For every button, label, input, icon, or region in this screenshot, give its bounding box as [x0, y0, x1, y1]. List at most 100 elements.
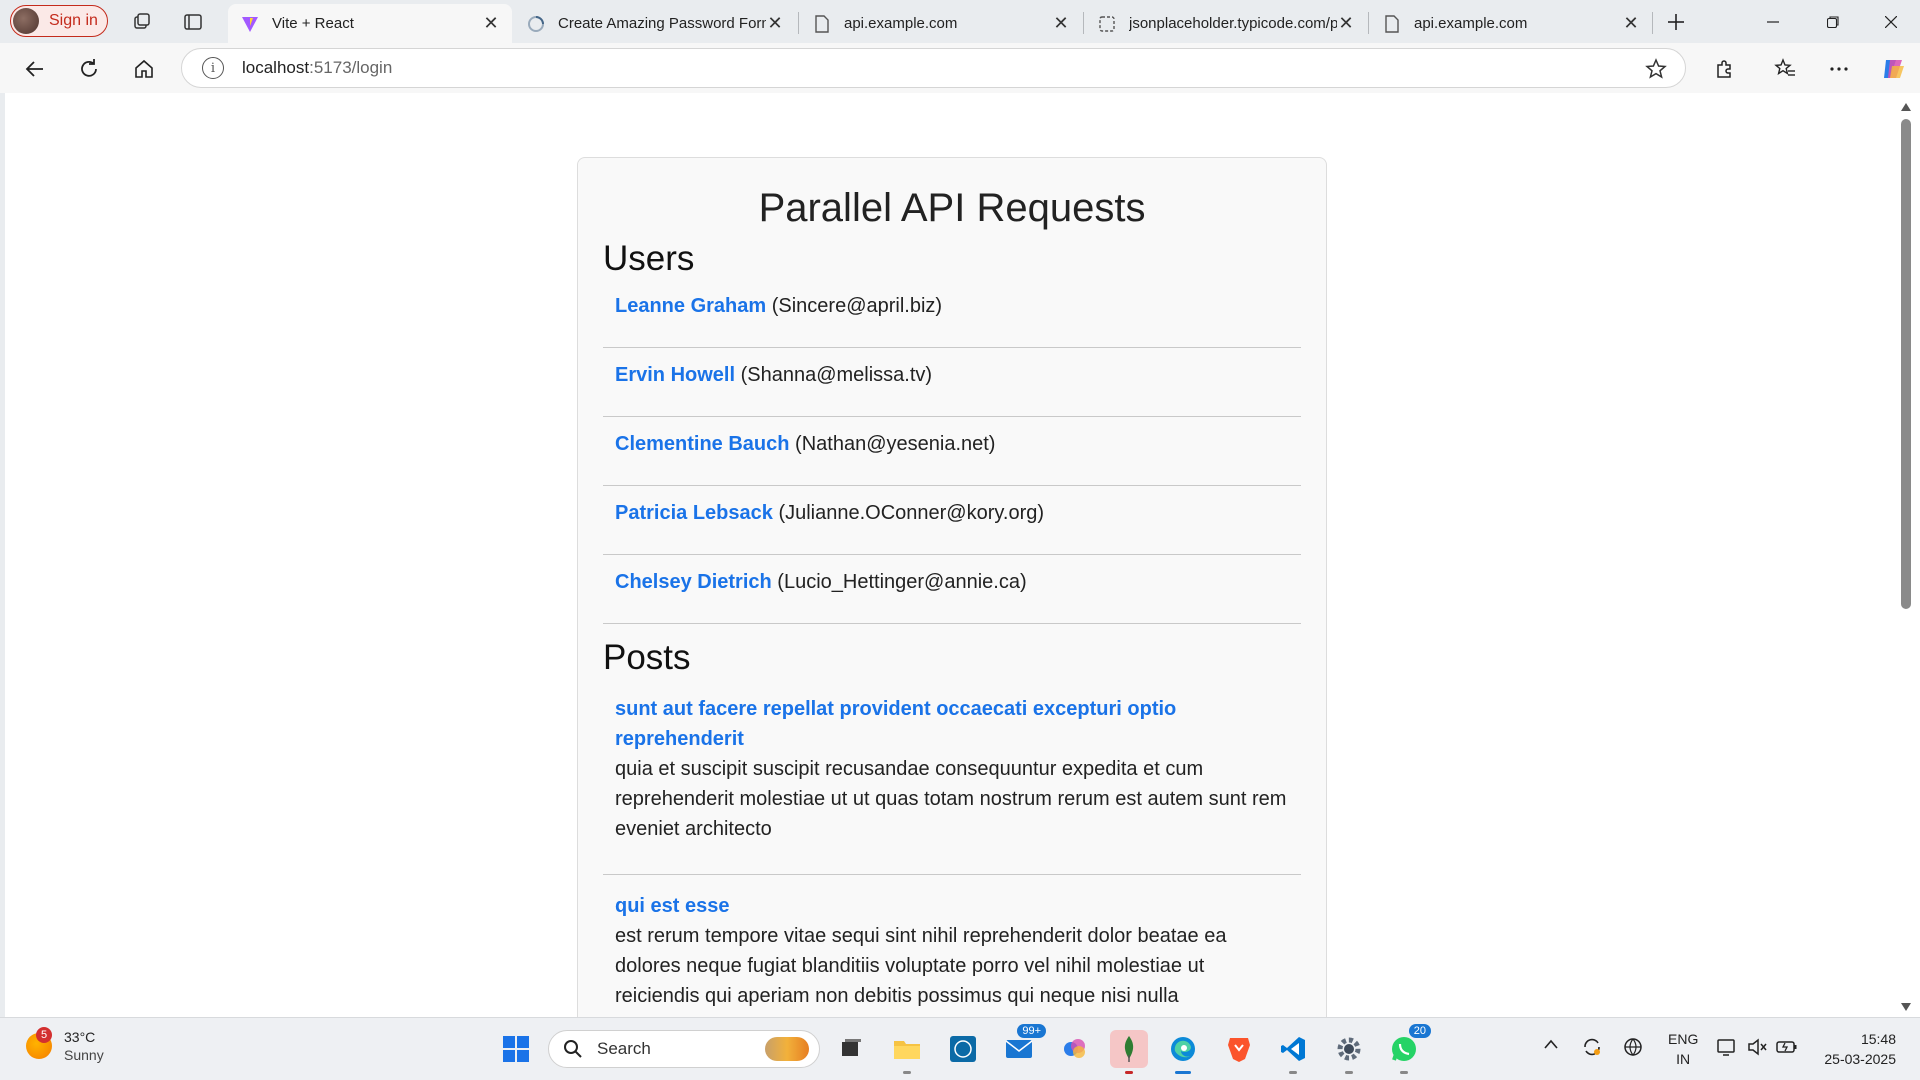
- task-view-icon[interactable]: [832, 1030, 870, 1068]
- url-path: :5173/login: [309, 58, 393, 77]
- back-icon[interactable]: [18, 52, 52, 86]
- scroll-up-icon[interactable]: [1901, 103, 1911, 111]
- lang-bottom: IN: [1676, 1051, 1691, 1067]
- tab-api-example-2[interactable]: api.example.com ✕: [1370, 4, 1652, 43]
- speaker-muted-icon[interactable]: [1746, 1036, 1768, 1061]
- post-body: est rerum tempore vitae sequi sint nihil…: [615, 925, 1227, 1007]
- page-icon: [1382, 14, 1402, 34]
- sun-icon: 5: [26, 1027, 52, 1059]
- running-indicator: [1175, 1071, 1191, 1074]
- display-icon[interactable]: [1716, 1036, 1738, 1061]
- workspaces-icon[interactable]: [128, 8, 156, 36]
- users-list: Leanne Graham (Sincere@april.biz) Ervin …: [603, 279, 1301, 624]
- page-icon: [812, 14, 832, 34]
- user-name-link[interactable]: Ervin Howell: [615, 364, 735, 386]
- address-toolbar: i localhost:5173/login: [0, 43, 1920, 93]
- start-icon[interactable]: [497, 1030, 535, 1068]
- vertical-scrollbar[interactable]: [1895, 93, 1920, 1017]
- more-menu-icon[interactable]: [1822, 52, 1856, 86]
- tab-api-example-1[interactable]: api.example.com ✕: [800, 4, 1082, 43]
- scroll-down-icon[interactable]: [1901, 1003, 1911, 1011]
- mail-icon[interactable]: 99+: [1000, 1024, 1046, 1068]
- favorite-star-icon[interactable]: [1645, 58, 1667, 85]
- user-email: (Nathan@yesenia.net): [795, 433, 996, 455]
- tab-title: Create Amazing Password Form: [558, 15, 766, 32]
- profile-label: Sign in: [49, 12, 98, 29]
- edge-icon[interactable]: [1164, 1030, 1202, 1074]
- search-label: Search: [597, 1039, 651, 1058]
- loading-icon: [526, 14, 546, 34]
- user-email: (Lucio_Hettinger@annie.ca): [777, 571, 1027, 593]
- home-icon[interactable]: [127, 52, 161, 86]
- close-icon[interactable]: ✕: [1052, 13, 1070, 34]
- tab-vite-react[interactable]: Vite + React ✕: [228, 4, 512, 43]
- weather-alert-badge: 5: [36, 1027, 52, 1043]
- tab-password-form[interactable]: Create Amazing Password Form ✕: [514, 4, 796, 43]
- language-indicator[interactable]: ENG IN: [1668, 1029, 1698, 1069]
- favorites-icon[interactable]: [1768, 52, 1802, 86]
- users-heading: Users: [603, 239, 695, 278]
- sync-icon[interactable]: [1581, 1036, 1603, 1061]
- list-item: Clementine Bauch (Nathan@yesenia.net): [603, 417, 1301, 486]
- search-highlight-icon: [765, 1037, 809, 1061]
- user-email: (Julianne.OConner@kory.org): [778, 502, 1045, 524]
- restore-icon[interactable]: [1804, 0, 1862, 43]
- system-clock[interactable]: 15:48 25-03-2025: [1824, 1029, 1896, 1069]
- user-email: (Shanna@melissa.tv): [740, 364, 933, 386]
- clock-date: 25-03-2025: [1824, 1051, 1896, 1067]
- url-text: localhost:5173/login: [242, 58, 392, 78]
- search-icon: [564, 1040, 582, 1058]
- avatar: [13, 8, 39, 34]
- minimize-icon[interactable]: [1744, 0, 1802, 43]
- dell-app-icon[interactable]: [944, 1030, 982, 1068]
- close-icon[interactable]: ✕: [766, 13, 784, 34]
- taskbar: 5 33°C Sunny Search 99+ 20 ENG IN 15:48 …: [0, 1017, 1920, 1080]
- address-bar[interactable]: i localhost:5173/login: [181, 48, 1686, 88]
- extensions-icon[interactable]: [1707, 52, 1741, 86]
- refresh-icon[interactable]: [72, 52, 106, 86]
- scrollbar-thumb[interactable]: [1901, 119, 1911, 609]
- close-icon[interactable]: ✕: [482, 13, 500, 34]
- tab-divider: [1652, 12, 1653, 34]
- running-indicator: [1125, 1071, 1133, 1074]
- user-name-link[interactable]: Patricia Lebsack: [615, 502, 773, 524]
- whatsapp-icon[interactable]: 20: [1385, 1024, 1431, 1074]
- file-explorer-icon[interactable]: [888, 1030, 926, 1074]
- chevron-up-icon[interactable]: [1543, 1037, 1559, 1053]
- vscode-icon[interactable]: [1274, 1030, 1312, 1074]
- settings-icon[interactable]: [1330, 1030, 1368, 1074]
- post-title-link[interactable]: qui est esse: [615, 891, 1289, 921]
- close-icon[interactable]: ✕: [1622, 13, 1640, 34]
- copilot-app-icon[interactable]: [1056, 1030, 1094, 1068]
- taskbar-search[interactable]: Search: [548, 1030, 820, 1068]
- list-item: Chelsey Dietrich (Lucio_Hettinger@annie.…: [603, 555, 1301, 624]
- user-name-link[interactable]: Clementine Bauch: [615, 433, 789, 455]
- site-info-icon[interactable]: i: [202, 57, 224, 79]
- page-viewport[interactable]: Parallel API Requests Users Leanne Graha…: [5, 93, 1895, 1017]
- battery-icon[interactable]: [1775, 1036, 1799, 1061]
- mail-badge: 99+: [1017, 1024, 1046, 1038]
- running-indicator: [1400, 1071, 1408, 1074]
- mongodb-icon[interactable]: [1110, 1030, 1148, 1074]
- close-icon[interactable]: ✕: [1337, 13, 1355, 34]
- tab-jsonplaceholder[interactable]: jsonplaceholder.typicode.com/p ✕: [1085, 4, 1367, 43]
- tab-actions-icon[interactable]: [179, 8, 207, 36]
- posts-heading: Posts: [603, 638, 691, 677]
- tab-divider: [1083, 12, 1084, 34]
- list-item: Ervin Howell (Shanna@melissa.tv): [603, 348, 1301, 417]
- user-name-link[interactable]: Chelsey Dietrich: [615, 571, 772, 593]
- profile-button[interactable]: Sign in: [10, 5, 108, 37]
- user-name-link[interactable]: Leanne Graham: [615, 295, 766, 317]
- weather-widget[interactable]: 5 33°C Sunny: [26, 1027, 104, 1064]
- page-icon: [1097, 14, 1117, 34]
- post-title-link[interactable]: sunt aut facere repellat provident occae…: [615, 694, 1289, 754]
- network-icon[interactable]: [1622, 1036, 1646, 1061]
- list-item: Patricia Lebsack (Julianne.OConner@kory.…: [603, 486, 1301, 555]
- tab-divider: [798, 12, 799, 34]
- new-tab-icon[interactable]: [1662, 8, 1690, 36]
- list-item: Leanne Graham (Sincere@april.biz): [603, 279, 1301, 348]
- brave-icon[interactable]: [1220, 1030, 1258, 1068]
- copilot-icon[interactable]: [1876, 52, 1910, 86]
- user-email: (Sincere@april.biz): [771, 295, 943, 317]
- close-window-icon[interactable]: [1862, 0, 1920, 43]
